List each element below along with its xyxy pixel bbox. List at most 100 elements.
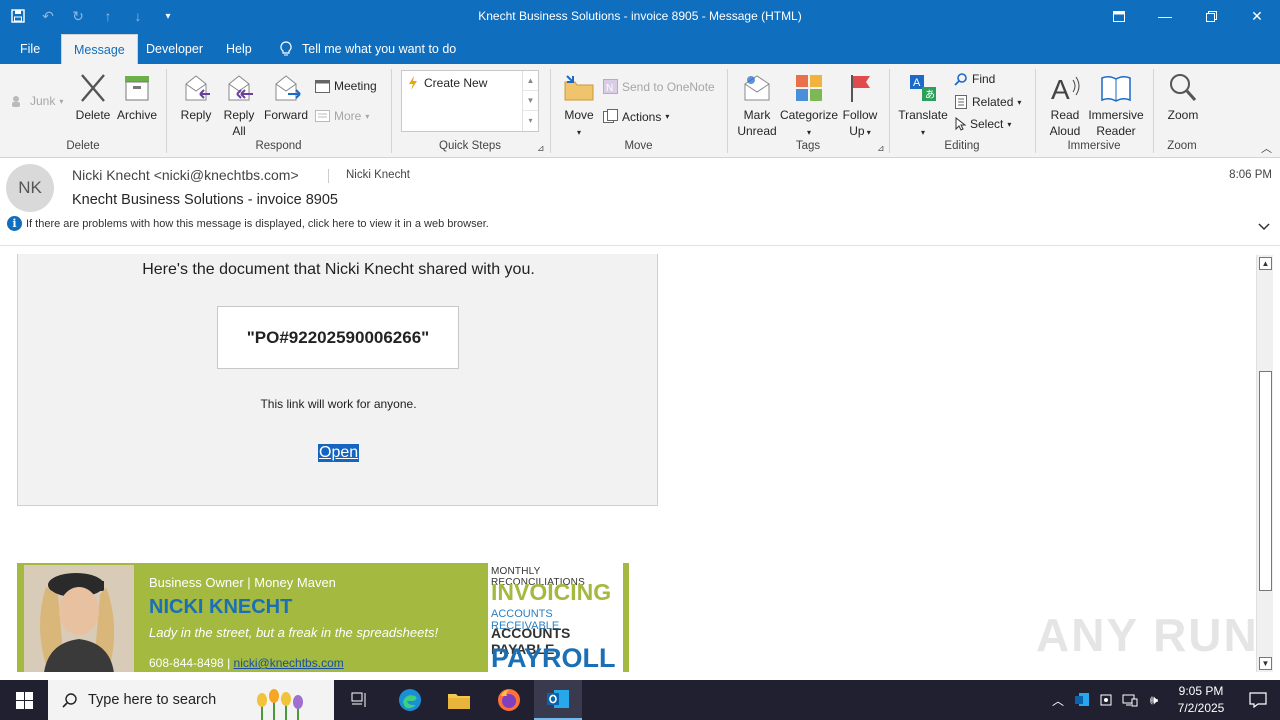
open-link[interactable]: Open [318,444,360,462]
dialog-launcher-icon[interactable]: ⊿ [537,143,545,154]
outlook-tray-icon[interactable] [1070,692,1094,708]
email-signature: Business Owner | Money Maven NICKI KNECH… [17,563,629,672]
scroll-thumb[interactable] [1259,371,1272,591]
zoom-button[interactable]: Zoom [1162,72,1204,123]
chevron-down-icon: ▾ [920,128,925,137]
gallery-up-icon[interactable]: ▲ [523,71,538,91]
notifications-icon[interactable] [1236,692,1280,708]
tell-me-text: Tell me what you want to do [302,42,457,56]
ribbon-tab-bar: File Message Developer Help Tell me what… [0,34,1280,64]
info-text: If there are problems with how this mess… [26,217,489,230]
more-icon [315,110,330,122]
svg-text:A: A [1051,74,1070,104]
firefox-button[interactable] [485,680,533,720]
reply-all-label-2: All [232,124,246,138]
outlook-button[interactable] [534,680,582,720]
gallery-scroller[interactable]: ▲ ▼ ▾ [522,71,538,131]
clock-date: 7/2/2025 [1177,701,1225,715]
chevron-down-icon: ▾ [1007,119,1012,129]
link-note: This link will work for anyone. [260,397,417,411]
collapse-ribbon-icon[interactable]: ︿ [1261,140,1272,156]
title-bar: ↶ ↻ ↑ ↓ ▾ Knecht Business Solutions - in… [0,0,1280,34]
ribbon-display-options-icon[interactable] [1096,0,1142,32]
close-button[interactable]: ✕ [1234,0,1280,32]
tab-file[interactable]: File [8,34,52,64]
gallery-down-icon[interactable]: ▼ [523,91,538,111]
reply-button[interactable]: Reply [178,72,214,123]
flag-icon [851,75,870,102]
actions-button[interactable]: Actions ▾ [603,109,669,124]
scroll-up-icon[interactable]: ▲ [1259,257,1272,270]
more-respond-button[interactable]: More ▾ [315,109,369,123]
group-respond-label: Respond [255,140,302,152]
sender[interactable]: Nicki Knecht <nicki@knechtbs.com> [72,167,299,183]
search-placeholder: Type here to search [88,692,217,708]
signature-tagline: Lady in the street, but a freak in the s… [149,625,439,640]
forward-button[interactable]: Forward [263,72,309,123]
received-time: 8:06 PM [1229,169,1272,181]
tab-help[interactable]: Help [214,34,264,64]
meeting-button[interactable]: Meeting [315,79,377,93]
recipient[interactable]: Nicki Knecht [346,169,410,181]
taskbar: Type here to search ︿ 🕪 9:05 PM 7/2/2025 [0,680,1280,720]
dialog-launcher-icon[interactable]: ⊿ [877,143,885,154]
tab-message[interactable]: Message [61,34,138,64]
info-bar[interactable]: i If there are problems with how this me… [7,216,489,231]
archive-button[interactable]: Archive [115,72,159,123]
task-view-button[interactable] [336,680,384,720]
read-aloud-button[interactable]: A Read Aloud [1045,72,1085,139]
find-button[interactable]: Find [954,72,995,86]
window-controls: — ✕ [1096,0,1280,32]
gallery-expand-icon[interactable]: ▾ [523,111,538,131]
tab-developer[interactable]: Developer [134,34,215,64]
send-to-onenote-button[interactable]: N Send to OneNote [603,79,715,94]
file-explorer-button[interactable] [435,680,483,720]
categorize-button[interactable]: Categorize ▾ [780,72,838,141]
clock-time: 9:05 PM [1178,684,1224,698]
categorize-icon [796,75,822,101]
mark-unread-button[interactable]: Mark Unread [736,72,778,139]
onenote-icon: N [603,79,618,94]
lightbulb-icon [280,41,292,56]
taskbar-search[interactable]: Type here to search [48,680,334,720]
search-icon [954,73,967,86]
start-button[interactable] [0,680,48,720]
reply-all-icon [228,75,253,101]
sync-icon[interactable] [1094,692,1118,708]
taskbar-clock[interactable]: 9:05 PM 7/2/2025 [1166,683,1236,717]
quick-step-create-new[interactable]: Create New [408,76,487,90]
share-lead-text: Here's the document that Nicki Knecht sh… [142,261,535,278]
minimize-button[interactable]: — [1142,0,1188,32]
follow-up-button[interactable]: Follow Up ▾ [841,72,879,141]
read-aloud-label-1: Read [1050,108,1080,122]
ribbon: Junk ▾ Delete Archive Delete Reply Reply … [0,64,1280,158]
delete-button[interactable]: Delete [74,72,112,123]
avatar: NK [6,164,54,212]
tell-me-search[interactable]: Tell me what you want to do [268,34,468,64]
divider [328,169,329,183]
reply-all-button[interactable]: Reply All [220,72,258,139]
system-tray: ︿ 🕪 9:05 PM 7/2/2025 [1046,680,1280,720]
firefox-icon [498,689,520,711]
junk-button[interactable]: Junk ▾ [10,94,63,108]
signature-role: Business Owner | Money Maven [149,575,336,590]
chevron-up-icon[interactable]: ︿ [1046,692,1070,709]
move-button[interactable]: Move ▾ [561,72,597,141]
group-zoom-label: Zoom [1167,140,1197,152]
tulips-icon [257,689,303,720]
select-button[interactable]: Select ▾ [954,117,1011,131]
signature-contact: 608-844-8498 | nicki@knechtbs.com [149,656,344,670]
chevron-down-icon[interactable] [1258,220,1270,232]
restore-button[interactable] [1188,0,1234,32]
chevron-down-icon: ▾ [864,128,871,137]
network-icon[interactable] [1118,693,1142,707]
translate-button[interactable]: Aあ Translate ▾ [898,72,948,141]
edge-button[interactable] [386,680,434,720]
related-button[interactable]: Related ▾ [954,95,1021,109]
group-quicksteps-label: Quick Steps [439,140,501,152]
signature-email-link[interactable]: nicki@knechtbs.com [234,656,344,670]
volume-icon[interactable]: 🕪 [1142,692,1166,708]
scroll-down-icon[interactable]: ▼ [1259,657,1272,670]
message-subject: Knecht Business Solutions - invoice 8905 [72,192,338,208]
immersive-reader-button[interactable]: Immersive Reader [1086,72,1146,139]
